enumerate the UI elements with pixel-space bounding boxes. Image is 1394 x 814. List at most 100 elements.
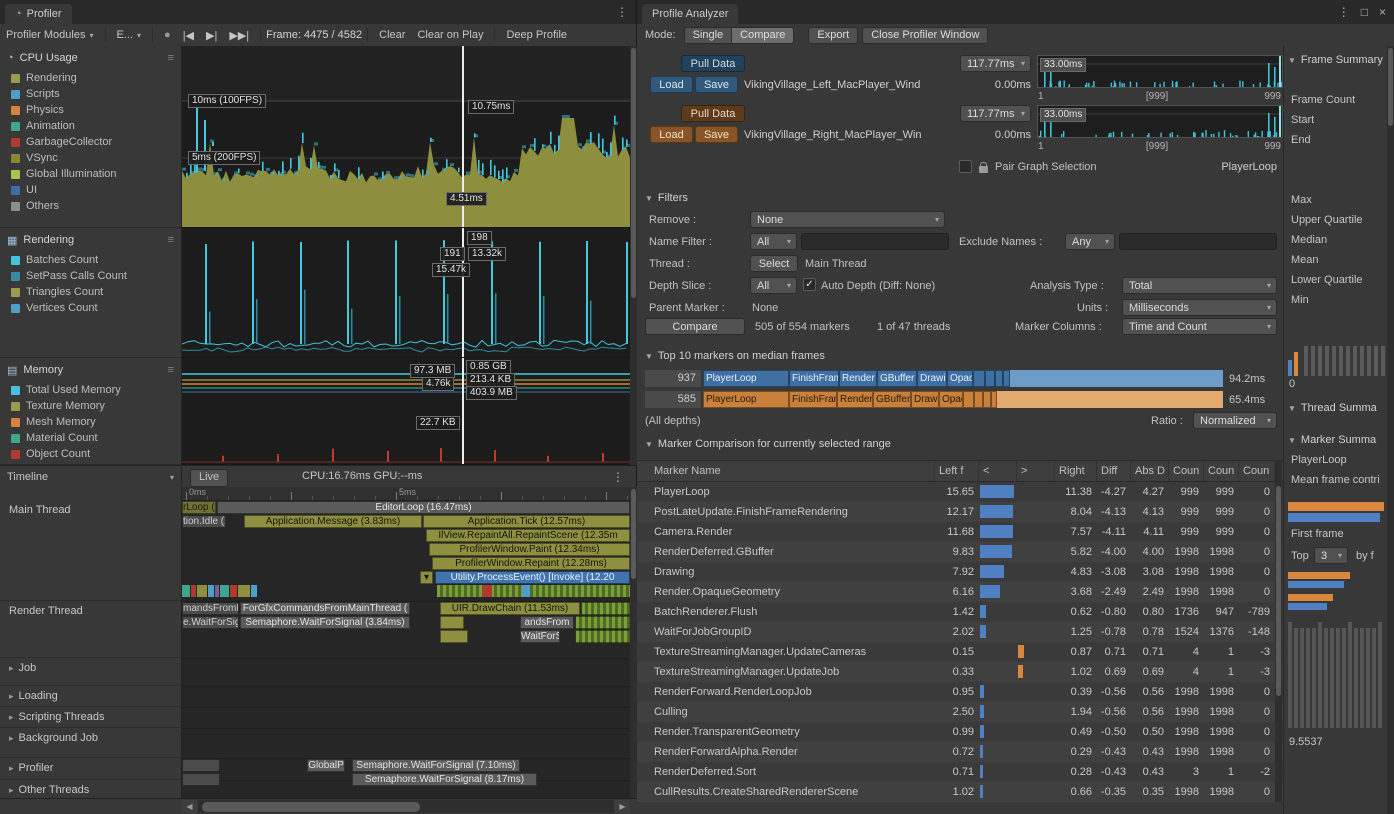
thread-row-render-thread[interactable]: Render Thread [0,601,181,658]
auto-depth-checkbox[interactable]: ✓ [803,278,816,291]
timeline-fragment[interactable] [197,585,207,597]
column-header-right[interactable]: Right [1055,461,1097,481]
foldout-arrow-icon[interactable]: ▸ [9,691,14,702]
marker-row-camera-render[interactable]: Camera.Render11.687.57-4.114.119999990 [637,522,1283,542]
timeline-block[interactable]: Application.Tick (12.57ms) [423,515,630,528]
legend-physics[interactable]: Physics [0,102,181,118]
timeline-block[interactable]: andsFrom [520,616,574,629]
units-dropdown[interactable]: Milliseconds ▾ [1122,299,1277,316]
depth-slice-dropdown[interactable]: All ▾ [750,277,797,294]
top10-segment[interactable]: FinishFram [789,391,837,408]
tab-profile-analyzer[interactable]: Profile Analyzer [642,4,738,24]
top10-segment[interactable] [985,370,995,387]
pull-data-right-button[interactable]: Pull Data [681,105,745,122]
marker-row-render-transparentgeometry[interactable]: Render.TransparentGeometry0.990.49-0.500… [637,722,1283,742]
legend-batches-count[interactable]: Batches Count [0,252,181,268]
frame-number[interactable]: 585 [645,391,701,408]
name-filter-dropdown[interactable]: All ▾ [750,233,797,250]
marker-row-playerloop[interactable]: PlayerLoop15.6511.38-4.274.279999990 [637,482,1283,502]
timeline-horizontal-scrollbar[interactable]: ◀ ▶ [0,798,637,814]
top10-bar[interactable]: PlayerLoopFinishFramRenderGBufferDrawirO… [703,370,1223,387]
top10-segment[interactable] [995,370,1003,387]
top10-segment[interactable]: PlayerLoop [703,370,789,387]
load-right-button[interactable]: Load [650,126,693,143]
pair-graph-selection-checkbox[interactable] [959,160,972,173]
marker-summary-foldout[interactable]: ▼ Marker Summa [1288,434,1376,446]
thread-row-background-job[interactable]: ▸Background Job [0,728,181,758]
selected-frame-line[interactable] [462,358,464,464]
scrollbar-track[interactable] [198,800,614,813]
editor-target-dropdown[interactable]: E... ▾ [111,24,148,46]
marker-row-postlateupdate-finishframerendering[interactable]: PostLateUpdate.FinishFrameRendering12.17… [637,502,1283,522]
table-scrollbar[interactable] [1275,460,1282,802]
marker-row-waitforjobgroupid[interactable]: WaitForJobGroupID2.021.25-0.780.78152413… [637,622,1283,642]
top10-segment[interactable] [973,370,985,387]
top10-foldout[interactable]: ▼ Top 10 markers on median frames [645,350,825,362]
legend-material-count[interactable]: Material Count [0,430,181,446]
exclude-names-input[interactable] [1119,233,1277,250]
timeline-block[interactable]: mandsFromM [182,602,239,615]
timeline-block[interactable]: ProfilerWindow.Repaint (12.28ms) [432,557,630,570]
foldout-arrow-icon[interactable]: ▸ [9,785,14,796]
lock-icon[interactable] [979,166,988,173]
column-header-col-2[interactable]: < [979,461,1017,481]
legend-others[interactable]: Others [0,198,181,214]
name-filter-input[interactable] [801,233,949,250]
dataset-right-graph[interactable]: 33.00ms [1037,105,1283,138]
timeline-block[interactable]: e.WaitForSigna [182,616,239,629]
marker-row-render-opaquegeometry[interactable]: Render.OpaqueGeometry6.163.68-2.492.4919… [637,582,1283,602]
ratio-dropdown[interactable]: Normalized ▾ [1193,412,1277,429]
timeline-fragment[interactable] [215,585,219,597]
save-right-button[interactable]: Save [695,126,738,143]
column-header-coun[interactable]: Coun [1169,461,1204,481]
live-toggle[interactable]: Live [190,469,228,487]
legend-triangles-count[interactable]: Triangles Count [0,284,181,300]
timeline-block[interactable]: Semaphore.WaitForSignal (7.10ms) [352,759,520,772]
maximize-icon[interactable]: □ [1361,5,1368,19]
legend-vsync[interactable]: VSync [0,150,181,166]
top10-segment[interactable]: Opac [939,391,963,408]
top10-segment[interactable]: Drawir [917,370,947,387]
record-button[interactable]: ● [158,29,177,41]
timeline-fragment[interactable] [220,585,229,597]
module-menu-icon[interactable]: ≡ [168,234,174,246]
marker-row-batchrenderer-flush[interactable]: BatchRenderer.Flush1.420.62-0.800.801736… [637,602,1283,622]
timeline-fragment[interactable] [251,585,257,597]
load-left-button[interactable]: Load [650,76,693,93]
timeline-block[interactable]: WaitForSig [520,630,560,643]
top10-segment[interactable]: GBuffer [877,370,917,387]
module-menu-icon[interactable]: ≡ [168,364,174,376]
timeline-block[interactable]: tion.Idle (1 [182,515,226,528]
foldout-arrow-icon[interactable]: ▸ [9,763,14,774]
marker-row-texturestreamingmanager-updatecameras[interactable]: TextureStreamingManager.UpdateCameras0.1… [637,642,1283,662]
timeline-fragment[interactable] [522,585,530,597]
timeline-fragment[interactable] [208,585,214,597]
timeline-block[interactable] [581,602,630,615]
mode-compare-button[interactable]: Compare [732,27,794,44]
thread-row-main-thread[interactable]: Main Thread [0,500,181,601]
rendering-chart[interactable]: 198 191 13.32k 15.47k [182,228,630,358]
frame-number[interactable]: 937 [645,370,701,387]
top-n-dropdown[interactable]: 3 ▾ [1314,547,1348,564]
module-header-rendering[interactable]: ▦Rendering≡ [0,228,181,252]
column-header-abs-d[interactable]: Abs D [1131,461,1169,481]
timeline-block[interactable] [182,773,220,786]
marker-row-cullresults-createsharedrendererscene[interactable]: CullResults.CreateSharedRendererScene1.0… [637,782,1283,802]
window-menu-icon[interactable]: ⋮ [616,5,628,19]
column-header-coun[interactable]: Coun [1204,461,1239,481]
legend-garbagecollector[interactable]: GarbageCollector [0,134,181,150]
profiler-modules-dropdown[interactable]: Profiler Modules ▾ [0,24,100,46]
clear-button[interactable]: Clear [373,29,411,41]
timeline-fragment[interactable] [182,585,190,597]
column-header-col-3[interactable]: > [1017,461,1055,481]
timeline-block[interactable]: ForGfxCommandsFromMainThread ( [240,602,410,615]
marker-row-renderforward-renderloopjob[interactable]: RenderForward.RenderLoopJob0.950.39-0.56… [637,682,1283,702]
top10-segment[interactable]: PlayerLoop [703,391,789,408]
close-icon[interactable]: × [1379,5,1386,19]
timeline-canvas[interactable]: 0ms5ms rLoop (1.6EditorLoop (16.47ms)tio… [182,487,630,798]
memory-chart[interactable]: 97.3 MB 4.76k 0.85 GB 213.4 KB 403.9 MB … [182,358,630,465]
top10-bar[interactable]: PlayerLoopFinishFramRenderGBufferDrawiOp… [703,391,1223,408]
legend-total-used-memory[interactable]: Total Used Memory [0,382,181,398]
marker-row-renderdeferred-gbuffer[interactable]: RenderDeferred.GBuffer9.835.82-4.004.001… [637,542,1283,562]
pull-data-left-button[interactable]: Pull Data [681,55,745,72]
